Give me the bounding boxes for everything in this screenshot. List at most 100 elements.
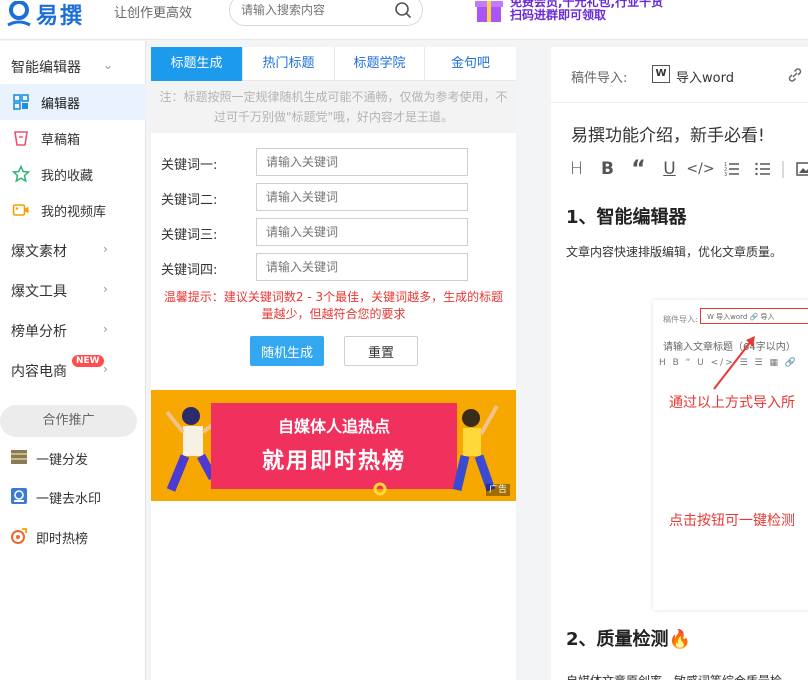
bold-icon[interactable]: B bbox=[592, 157, 623, 181]
sidebar: 智能编辑器 ⌄ 编辑器 草稿箱 我的收藏 我的视频库 爆文素材 › 爆文工具 ›… bbox=[0, 41, 146, 680]
tab-hot-titles[interactable]: 热门标题 bbox=[243, 47, 335, 81]
sidebar-tool-hot[interactable]: 即时热榜 bbox=[0, 522, 146, 552]
distribute-icon bbox=[11, 450, 27, 464]
gift-icon bbox=[475, 1, 503, 22]
sidebar-group-rankings[interactable]: 榜单分析 › bbox=[0, 312, 146, 348]
editor-panel: 稿件导入: W 导入word 易撰功能介绍，新手必看! H B “ U </> … bbox=[551, 47, 808, 680]
sidebar-tool-distribute[interactable]: 一键分发 bbox=[0, 443, 146, 473]
chevron-right-icon: › bbox=[103, 322, 108, 336]
toolbar-divider: | bbox=[780, 159, 786, 179]
keyword-label: 关键词一: bbox=[161, 158, 218, 173]
word-icon[interactable]: W bbox=[652, 65, 670, 83]
tab-golden-quotes[interactable]: 金句吧 bbox=[425, 47, 516, 81]
tutorial-screenshot: 稿件导入: W 导入word 🔗 导入 请输入文章标题（64字以内） H B “… bbox=[653, 300, 808, 610]
reset-button[interactable]: 重置 bbox=[344, 336, 418, 366]
tab-title-academy[interactable]: 标题学院 bbox=[335, 47, 425, 81]
tab-title-generate[interactable]: 标题生成 bbox=[151, 47, 243, 81]
chevron-right-icon: › bbox=[103, 282, 108, 296]
section-heading-editor: 1、智能编辑器 bbox=[566, 207, 687, 228]
sidebar-tool-label: 即时热榜 bbox=[36, 532, 89, 547]
keyword-row: 关键词三: bbox=[161, 218, 481, 246]
sidebar-group-label: 爆文工具 bbox=[11, 284, 67, 300]
hot-list-ad-banner[interactable]: 自媒体人追热点 就用即时热榜 广告 bbox=[151, 390, 516, 501]
top-header: 易撰 让创作更高效 免费会员,千元礼包,行业干货 扫码进群即可领取 bbox=[0, 0, 808, 40]
slogan: 让创作更高效 bbox=[114, 6, 193, 21]
sidebar-item-drafts[interactable]: 草稿箱 bbox=[0, 120, 146, 156]
svg-text:3: 3 bbox=[724, 172, 727, 177]
sidebar-group-label: 榜单分析 bbox=[11, 324, 67, 340]
section-heading-quality: 2、质量检测🔥 bbox=[566, 629, 691, 650]
unordered-list-icon[interactable] bbox=[747, 157, 778, 181]
keyword-input-2[interactable] bbox=[256, 183, 468, 211]
keyword-row: 关键词一: bbox=[161, 148, 481, 176]
sidebar-tool-label: 一键去水印 bbox=[36, 492, 102, 507]
search-box[interactable] bbox=[229, 0, 423, 26]
sidebar-item-label: 我的收藏 bbox=[41, 168, 94, 184]
keyword-input-1[interactable] bbox=[256, 148, 468, 176]
ordered-list-icon[interactable]: 123 bbox=[716, 157, 747, 181]
link-icon[interactable] bbox=[786, 66, 804, 84]
shot-caption-import: 通过以上方式导入所 bbox=[669, 395, 795, 411]
star-icon bbox=[12, 165, 30, 183]
sidebar-tool-watermark[interactable]: 一键去水印 bbox=[0, 482, 146, 512]
sidebar-item-label: 我的视频库 bbox=[41, 204, 107, 220]
chevron-right-icon: › bbox=[103, 242, 108, 256]
section-paragraph: 自媒体文章原创率、敏感词等综合质量检 bbox=[566, 672, 782, 680]
video-icon bbox=[12, 204, 29, 216]
article-title[interactable]: 易撰功能介绍，新手必看! bbox=[571, 121, 765, 146]
sidebar-item-videos[interactable]: 我的视频库 bbox=[0, 192, 146, 228]
sidebar-item-label: 草稿箱 bbox=[41, 132, 81, 148]
keyword-label: 关键词三: bbox=[161, 228, 218, 243]
editor-toolbar: H B “ U </> 123 | bbox=[561, 157, 808, 182]
promo-banner[interactable]: 免费会员,千元礼包,行业干货 扫码进群即可领取 bbox=[474, 0, 663, 26]
shot-import-label: 稿件导入: bbox=[663, 315, 698, 324]
search-icon[interactable] bbox=[394, 1, 412, 19]
quote-icon[interactable]: “ bbox=[623, 157, 654, 182]
ad-tag: 广告 bbox=[485, 484, 510, 496]
sidebar-group-materials[interactable]: 爆文素材 › bbox=[0, 232, 146, 268]
sidebar-item-editor[interactable]: 编辑器 bbox=[0, 84, 146, 120]
keyword-input-3[interactable] bbox=[256, 218, 468, 246]
sidebar-item-favorites[interactable]: 我的收藏 bbox=[0, 156, 146, 192]
keyword-row: 关键词二: bbox=[161, 183, 481, 211]
generator-notice: 注：标题按照一定规律随机生成可能不通畅，仅做为参考使用，不过可千万别做"标题党"… bbox=[151, 81, 516, 133]
logo-icon bbox=[7, 1, 31, 27]
chevron-down-icon: ⌄ bbox=[103, 58, 114, 72]
search-input[interactable] bbox=[241, 3, 391, 17]
import-label: 稿件导入: bbox=[571, 71, 628, 86]
coop-promo-button[interactable]: 合作推广 bbox=[0, 405, 137, 437]
banner-line2: 就用即时热榜 bbox=[261, 449, 406, 474]
chevron-right-icon: › bbox=[103, 362, 108, 376]
dancer-right-illustration bbox=[452, 405, 499, 492]
keyword-input-4[interactable] bbox=[256, 253, 468, 281]
sidebar-group-editor[interactable]: 智能编辑器 ⌄ bbox=[0, 48, 146, 84]
sidebar-group-ecommerce[interactable]: 内容电商 NEW › bbox=[0, 352, 146, 388]
sidebar-group-label: 智能编辑器 bbox=[11, 60, 81, 76]
shot-caption-detect: 点击按钮可一键检测 bbox=[669, 513, 795, 529]
hot-icon bbox=[11, 528, 27, 544]
random-generate-button[interactable]: 随机生成 bbox=[250, 336, 324, 366]
underline-icon[interactable]: U bbox=[654, 157, 685, 181]
import-word-button[interactable]: 导入word bbox=[676, 67, 734, 86]
sidebar-item-label: 编辑器 bbox=[41, 96, 81, 112]
logo[interactable]: 易撰 bbox=[6, 0, 85, 29]
sidebar-group-tools[interactable]: 爆文工具 › bbox=[0, 272, 146, 308]
new-badge: NEW bbox=[72, 355, 104, 367]
heading-icon[interactable]: H bbox=[561, 157, 592, 181]
banner-card: 自媒体人追热点 就用即时热榜 bbox=[211, 403, 457, 489]
code-icon[interactable]: </> bbox=[685, 157, 716, 181]
logo-text: 易撰 bbox=[36, 4, 85, 29]
image-icon[interactable] bbox=[788, 157, 808, 181]
keyword-label: 关键词二: bbox=[161, 193, 218, 208]
watermark-icon bbox=[11, 488, 27, 504]
promo-line2: 扫码进群即可领取 bbox=[510, 8, 607, 22]
banner-line1: 自媒体人追热点 bbox=[277, 417, 390, 436]
sidebar-group-label: 内容电商 bbox=[11, 364, 67, 380]
sidebar-tool-label: 一键分发 bbox=[36, 453, 89, 468]
import-bar: 稿件导入: W 导入word bbox=[551, 47, 808, 103]
red-arrow-icon bbox=[713, 336, 755, 390]
keyword-tip: 温馨提示：建议关键词数2 - 3个最佳，关键词越多，生成的标题量越少，但越符合您… bbox=[163, 290, 504, 321]
sidebar-group-label: 爆文素材 bbox=[11, 244, 67, 260]
section-paragraph: 文章内容快速排版编辑，优化文章质量。 bbox=[566, 245, 783, 259]
title-generator-panel: 标题生成 热门标题 标题学院 金句吧 注：标题按照一定规律随机生成可能不通畅，仅… bbox=[151, 47, 516, 680]
